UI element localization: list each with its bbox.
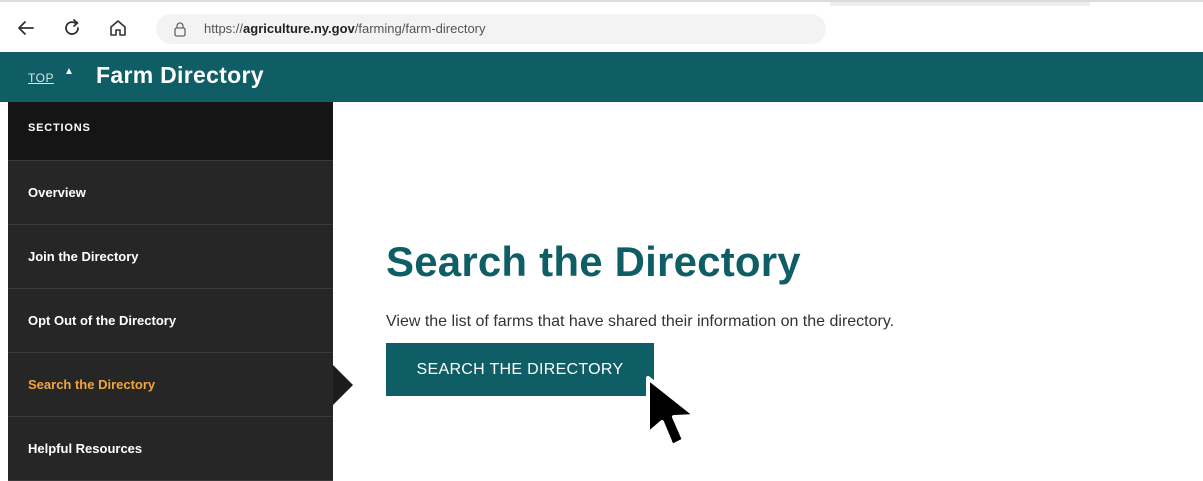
section-title: Search the Directory [386, 238, 801, 285]
sidebar-item-label: Opt Out of the Directory [28, 313, 177, 328]
caret-up-icon: ▲ [64, 66, 74, 77]
header-title: Farm Directory [96, 62, 264, 88]
sidebar-item-label: Search the Directory [28, 377, 156, 392]
sidebar-heading: SECTIONS [8, 102, 333, 161]
url-domain: agriculture.ny.gov [243, 21, 355, 36]
page: https://agriculture.ny.gov/farming/farm-… [0, 0, 1203, 481]
sidebar-item-label: Overview [28, 185, 86, 200]
browser-toolbar: https://agriculture.ny.gov/farming/farm-… [0, 0, 1203, 54]
sidebar-item-join-the-directory[interactable]: Join the Directory [8, 225, 333, 289]
sidebar: SECTIONS Overview Join the Directory Opt… [8, 102, 333, 481]
sidebar-item-search-the-directory[interactable]: Search the Directory [8, 353, 333, 417]
sidebar-item-overview[interactable]: Overview [8, 161, 333, 225]
home-icon [110, 20, 126, 36]
url-prefix: https:// [204, 21, 244, 36]
active-item-pointer [333, 365, 353, 405]
home-button[interactable] [106, 16, 130, 40]
tab-strip [830, 2, 1090, 6]
mouse-pointer-icon [646, 376, 698, 448]
refresh-icon [65, 19, 79, 35]
sidebar-item-label: Helpful Resources [28, 441, 143, 456]
site-header: TOP ▲ Farm Directory [0, 52, 1203, 102]
search-directory-button[interactable]: SEARCH THE DIRECTORY [386, 343, 654, 396]
url-text: https://agriculture.ny.gov/farming/farm-… [204, 21, 486, 36]
refresh-button[interactable] [60, 16, 84, 40]
address-bar[interactable]: https://agriculture.ny.gov/farming/farm-… [156, 14, 826, 44]
sidebar-item-label: Join the Directory [28, 249, 139, 264]
url-path: /farming/farm-directory [354, 21, 486, 36]
back-button[interactable] [14, 16, 38, 40]
lock-icon [174, 22, 186, 37]
sidebar-item-helpful-resources[interactable]: Helpful Resources [8, 417, 333, 481]
section-description: View the list of farms that have shared … [386, 313, 895, 330]
arrow-left-icon [18, 21, 34, 35]
sidebar-heading-label: SECTIONS [28, 122, 91, 134]
sidebar-item-opt-out[interactable]: Opt Out of the Directory [8, 289, 333, 353]
top-link[interactable]: TOP [28, 71, 54, 85]
